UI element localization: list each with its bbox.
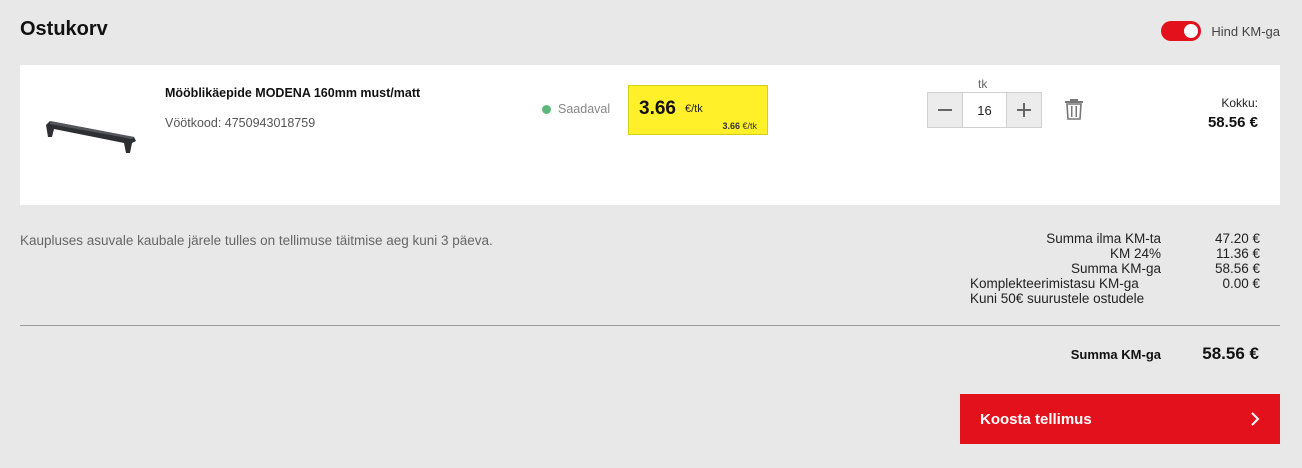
summary-label-line2: Kuni 50€ suurustele ostudele bbox=[970, 291, 1145, 306]
item-total-value: 58.56 € bbox=[1207, 114, 1258, 131]
page-title: Ostukorv bbox=[20, 18, 108, 40]
unit-price: 3.66 bbox=[639, 98, 676, 119]
summary-row: Komplekteerimistasu KM-ga Kuni 50€ suuru… bbox=[940, 276, 1260, 306]
unit-price-unit: €/tk bbox=[685, 103, 703, 115]
checkout-button[interactable]: Koosta tellimus bbox=[960, 394, 1280, 444]
summary-value: 58.56 € bbox=[1214, 261, 1260, 276]
plus-icon bbox=[1017, 103, 1031, 117]
summary-row: Summa KM-ga 58.56 € bbox=[940, 261, 1260, 276]
unit-price-secondary: 3.66 €/tk bbox=[722, 121, 757, 131]
product-barcode: Vöötkood: 4750943018759 bbox=[165, 116, 315, 130]
minus-icon bbox=[938, 109, 952, 111]
cart-item-card: Mööblikäepide MODENA 160mm must/matt Vöö… bbox=[20, 65, 1280, 205]
grand-total-label: Summa KM-ga bbox=[1070, 347, 1161, 362]
summary-label: Summa KM-ga bbox=[1070, 261, 1161, 276]
availability-status: Saadaval bbox=[542, 102, 610, 116]
summary-label: KM 24% bbox=[1109, 246, 1161, 261]
barcode-label: Vöötkood: bbox=[165, 116, 222, 130]
quantity-stepper bbox=[927, 92, 1042, 128]
summary-row: Summa ilma KM-ta 47.20 € bbox=[940, 231, 1260, 246]
availability-label: Saadaval bbox=[558, 102, 611, 116]
decrease-quantity-button[interactable] bbox=[928, 93, 962, 127]
vat-toggle-label: Hind KM-ga bbox=[1211, 23, 1280, 39]
checkout-button-label: Koosta tellimus bbox=[980, 410, 1092, 428]
item-total-label: Kokku: bbox=[1221, 96, 1258, 110]
product-image[interactable] bbox=[42, 107, 138, 157]
summary-label-line1: Komplekteerimistasu KM-ga bbox=[970, 276, 1139, 291]
quantity-unit-label: tk bbox=[978, 77, 988, 91]
summary-value: 47.20 € bbox=[1214, 231, 1260, 246]
vat-toggle[interactable]: Hind KM-ga bbox=[1161, 21, 1280, 41]
vat-switch[interactable] bbox=[1161, 21, 1202, 41]
available-dot-icon bbox=[542, 104, 551, 114]
unit-price-secondary-value: 3.66 bbox=[722, 121, 740, 131]
grand-total-value: 58.56 € bbox=[1202, 344, 1259, 363]
summary-label: Komplekteerimistasu KM-ga Kuni 50€ suuru… bbox=[940, 276, 1161, 306]
unit-price-secondary-unit: €/tk bbox=[742, 121, 757, 131]
pickup-notice: Kaupluses asuvale kaubale järele tulles … bbox=[20, 233, 493, 248]
price-box: 3.66 €/tk 3.66 €/tk bbox=[628, 85, 768, 135]
chevron-right-icon bbox=[1251, 412, 1260, 426]
order-summary: Summa ilma KM-ta 47.20 € KM 24% 11.36 € … bbox=[940, 231, 1260, 306]
cart-page: Ostukorv Hind KM-ga Mööblikäepide MODENA… bbox=[0, 0, 1302, 468]
increase-quantity-button[interactable] bbox=[1007, 93, 1041, 127]
switch-knob bbox=[1184, 24, 1199, 38]
barcode-value: 4750943018759 bbox=[224, 116, 316, 130]
product-name[interactable]: Mööblikäepide MODENA 160mm must/matt bbox=[165, 86, 420, 100]
trash-icon[interactable] bbox=[1064, 98, 1084, 120]
summary-value: 11.36 € bbox=[1215, 246, 1260, 261]
summary-row: KM 24% 11.36 € bbox=[940, 246, 1260, 261]
summary-divider bbox=[20, 325, 1280, 326]
summary-label: Summa ilma KM-ta bbox=[1046, 231, 1161, 246]
summary-value: 0.00 € bbox=[1222, 276, 1260, 291]
quantity-input[interactable] bbox=[962, 93, 1007, 127]
